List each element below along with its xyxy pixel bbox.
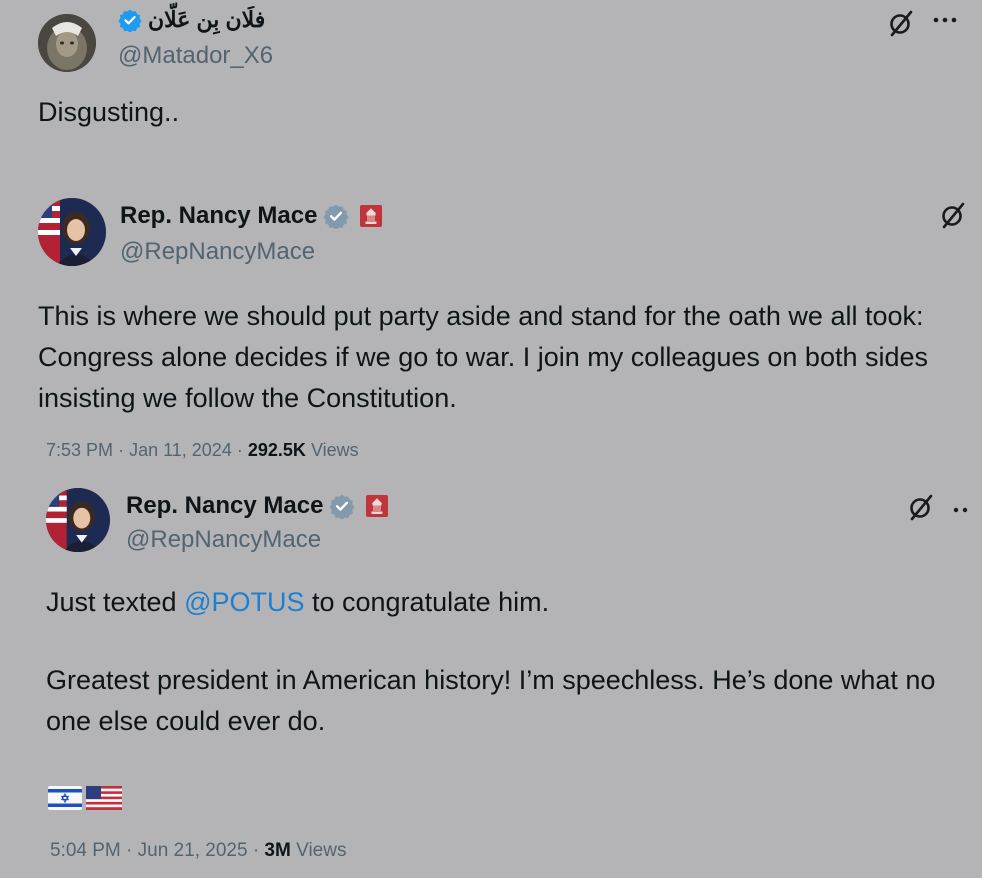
separator-dot: · bbox=[126, 840, 133, 861]
usa-flag-icon bbox=[86, 786, 122, 810]
grok-icon[interactable] bbox=[906, 492, 936, 522]
quote1-meta: 7:53 PM · Jan 11, 2024 · 292.5K Views bbox=[46, 440, 359, 461]
outer-tweet-text: Disgusting.. bbox=[38, 97, 180, 127]
avatar-nancy-mace[interactable] bbox=[38, 198, 106, 266]
quote1-date[interactable]: Jan 11, 2024 bbox=[129, 440, 232, 460]
quote1-views-label: Views bbox=[310, 440, 359, 460]
quote2-text-before-mention: Just texted bbox=[46, 587, 185, 617]
avatar-matador[interactable] bbox=[38, 14, 96, 72]
quote2-tweet-text-paragraph2: Greatest president in American history! … bbox=[46, 665, 936, 736]
separator-dot: · bbox=[118, 440, 125, 460]
quote2-tweet-text-line1: Just texted @POTUS to congratulate him. bbox=[46, 582, 966, 623]
grok-icon[interactable] bbox=[938, 200, 968, 230]
separator-dot: · bbox=[252, 840, 260, 861]
avatar-nancy-mace[interactable] bbox=[46, 488, 110, 552]
grok-icon[interactable] bbox=[886, 8, 916, 38]
quote2-name-row: Rep. Nancy Mace bbox=[126, 490, 389, 522]
verified-badge-icon bbox=[323, 203, 349, 229]
verified-badge-icon bbox=[329, 493, 355, 519]
us-house-badge-icon bbox=[359, 204, 383, 228]
quote2-handle[interactable]: @RepNancyMace bbox=[126, 526, 321, 554]
quote1-time[interactable]: 7:53 PM bbox=[46, 440, 113, 460]
quote1-tweet-text: This is where we should put party aside … bbox=[38, 301, 929, 413]
potus-mention-link[interactable]: @POTUS bbox=[184, 587, 304, 617]
quote1-name-row: Rep. Nancy Mace bbox=[120, 200, 383, 232]
quote2-text-after-mention: to congratulate him. bbox=[304, 587, 550, 617]
quote1-views-count: 292.5K bbox=[247, 440, 306, 460]
quote2-meta: 5:04 PM · Jun 21, 2025 · 3M Views bbox=[50, 840, 346, 862]
outer-handle[interactable]: @Matador_X6 bbox=[118, 42, 273, 70]
quote2-time[interactable]: 5:04 PM bbox=[50, 840, 121, 861]
outer-name-row: فلَان بِن عَلّان bbox=[118, 6, 265, 34]
quote2-display-name[interactable]: Rep. Nancy Mace bbox=[126, 492, 323, 520]
quote2-views-label: Views bbox=[296, 840, 347, 861]
quote2-date[interactable]: Jun 21, 2025 bbox=[138, 840, 248, 861]
quote2-views-count: 3M bbox=[264, 840, 291, 861]
quote1-handle[interactable]: @RepNancyMace bbox=[120, 238, 315, 266]
outer-display-name[interactable]: فلَان بِن عَلّان bbox=[148, 7, 265, 33]
quote1-display-name[interactable]: Rep. Nancy Mace bbox=[120, 202, 317, 230]
us-house-badge-icon bbox=[365, 494, 389, 518]
verified-badge-icon bbox=[118, 8, 142, 32]
israel-flag-icon bbox=[48, 786, 82, 810]
quote2-emoji-flags bbox=[48, 786, 122, 810]
screenshot-root: { "outer_tweet": { "display_name": "فلَا… bbox=[0, 0, 982, 878]
separator-dot: · bbox=[236, 440, 243, 460]
more-options-icon[interactable] bbox=[932, 13, 958, 31]
more-options-icon[interactable] bbox=[952, 502, 970, 520]
